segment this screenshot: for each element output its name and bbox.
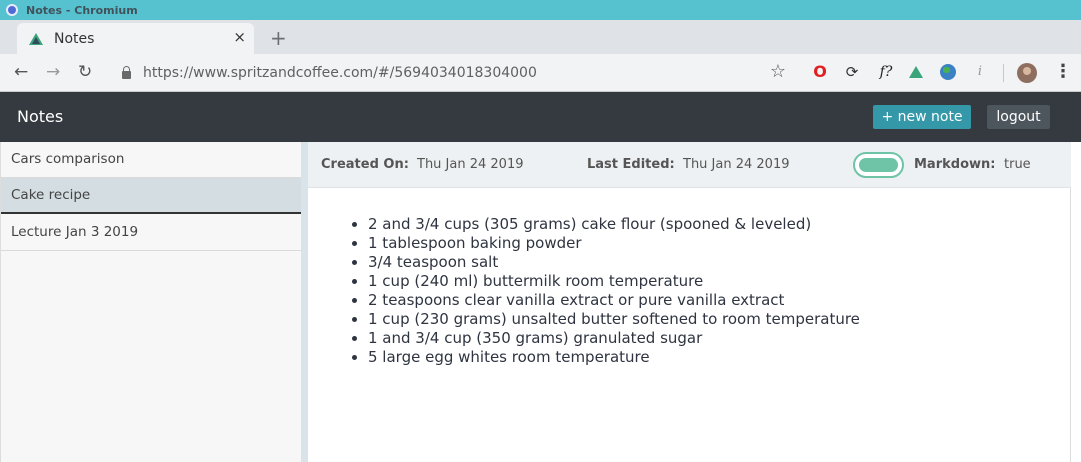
- sync-extension-icon[interactable]: ⟳: [844, 64, 860, 80]
- url-text[interactable]: https://www.spritzandcoffee.com/#/569403…: [143, 65, 537, 81]
- logout-button[interactable]: logout: [987, 105, 1050, 129]
- tab-label: Notes: [54, 30, 95, 47]
- tab-close-icon[interactable]: ×: [233, 28, 246, 46]
- ingredient-list: 2 and 3/4 cups (305 grams) cake flour (s…: [368, 215, 1071, 367]
- address-bar[interactable]: https://www.spritzandcoffee.com/#/569403…: [112, 59, 798, 87]
- edited-value: Thu Jan 24 2019: [683, 157, 790, 172]
- browser-menu-icon[interactable]: ⋮: [1054, 61, 1072, 82]
- profile-avatar[interactable]: [1017, 63, 1037, 83]
- vue-devtools-icon[interactable]: [908, 64, 924, 80]
- list-item: 1 cup (230 grams) unsalted butter soften…: [368, 310, 1071, 329]
- list-item: 5 large egg whites room temperature: [368, 348, 1071, 367]
- window-title: Notes - Chromium: [26, 3, 138, 17]
- f-extension-icon[interactable]: f?: [876, 64, 896, 80]
- pane-splitter[interactable]: [301, 142, 308, 462]
- info-extension-icon[interactable]: i: [972, 64, 988, 80]
- toolbar-divider: [1003, 64, 1004, 82]
- note-list-item[interactable]: Cars comparison: [1, 142, 302, 178]
- markdown-toggle[interactable]: [853, 152, 904, 178]
- chromium-icon: [6, 4, 18, 16]
- new-note-button[interactable]: + new note: [873, 105, 971, 129]
- browser-tab-notes[interactable]: Notes ×: [17, 23, 254, 54]
- markdown-label: Markdown:: [914, 157, 996, 172]
- list-item: 3/4 teaspoon salt: [368, 253, 1071, 272]
- browser-toolbar: ← → ↻ https://www.spritzandcoffee.com/#/…: [0, 54, 1081, 92]
- forward-arrow-icon[interactable]: →: [46, 62, 60, 82]
- created-label: Created On:: [321, 157, 409, 172]
- list-item: 2 and 3/4 cups (305 grams) cake flour (s…: [368, 215, 1071, 234]
- app-title: Notes: [17, 107, 64, 126]
- list-item: 1 tablespoon baking powder: [368, 234, 1071, 253]
- list-item: 1 cup (240 ml) buttermilk room temperatu…: [368, 272, 1071, 291]
- edited-label: Last Edited:: [587, 157, 675, 172]
- opera-extension-icon[interactable]: O: [812, 64, 828, 80]
- note-list-item[interactable]: Lecture Jan 3 2019: [1, 215, 302, 251]
- reload-icon[interactable]: ↻: [78, 62, 92, 82]
- bookmark-star-icon[interactable]: ☆: [770, 61, 786, 82]
- notes-sidebar: Cars comparison Cake recipe Lecture Jan …: [0, 142, 302, 462]
- note-content[interactable]: 2 and 3/4 cups (305 grams) cake flour (s…: [308, 188, 1071, 367]
- list-item: 2 teaspoons clear vanilla extract or pur…: [368, 291, 1071, 310]
- tab-strip: Notes × +: [0, 20, 1081, 54]
- note-list-item-selected[interactable]: Cake recipe: [1, 178, 302, 214]
- lock-icon: [122, 65, 131, 79]
- app-header: Notes + new note logout: [0, 92, 1081, 142]
- note-panel: Created On: Thu Jan 24 2019 Last Edited:…: [308, 142, 1071, 462]
- window-titlebar: Notes - Chromium: [0, 0, 1081, 20]
- markdown-value: true: [1004, 157, 1031, 172]
- vue-favicon-icon: [29, 32, 43, 45]
- globe-extension-icon[interactable]: [940, 64, 956, 80]
- list-item: 1 and 3/4 cup (350 grams) granulated sug…: [368, 329, 1071, 348]
- new-tab-button[interactable]: +: [270, 26, 287, 50]
- toggle-knob: [859, 158, 898, 172]
- note-meta-bar: Created On: Thu Jan 24 2019 Last Edited:…: [308, 142, 1071, 188]
- created-value: Thu Jan 24 2019: [417, 157, 524, 172]
- back-arrow-icon[interactable]: ←: [14, 62, 28, 82]
